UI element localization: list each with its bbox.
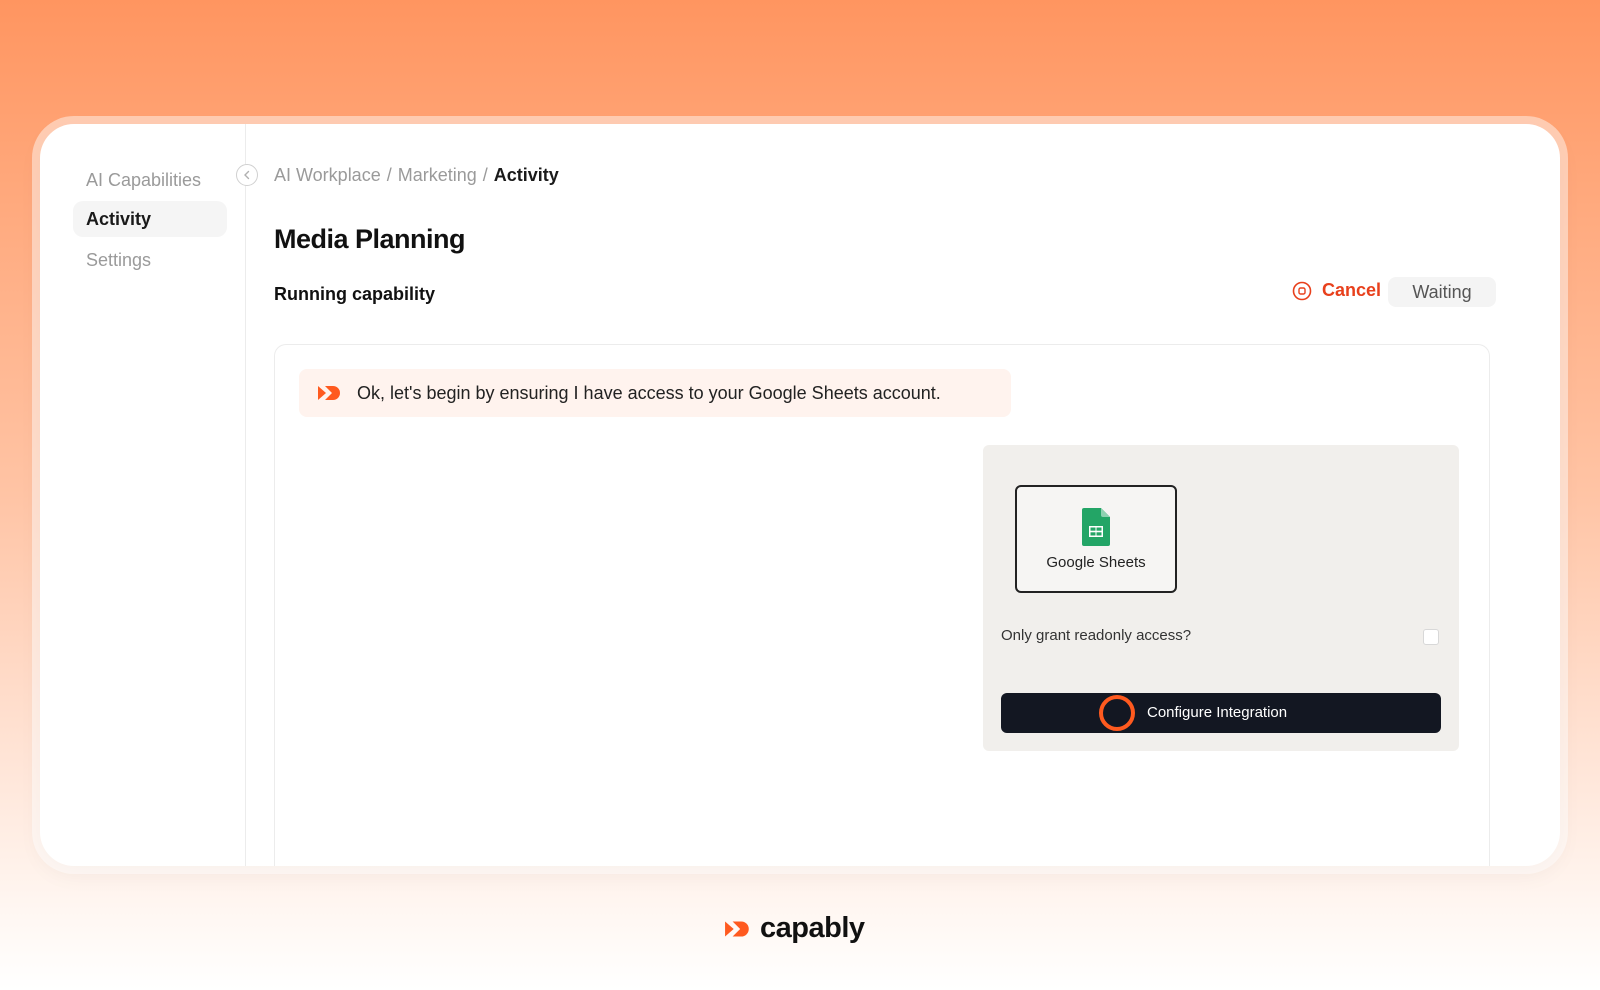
- sidebar-item-settings[interactable]: Settings: [73, 242, 227, 278]
- breadcrumb-item-ai-workplace[interactable]: AI Workplace: [274, 165, 381, 186]
- app-window: AI Capabilities Activity Settings AI Wor…: [40, 124, 1560, 866]
- cancel-button-label: Cancel: [1322, 280, 1382, 300]
- assistant-message: Ok, let's begin by ensuring I have acces…: [299, 369, 1011, 417]
- google-sheets-label: Google Sheets: [1046, 553, 1146, 571]
- sidebar: AI Capabilities Activity Settings: [40, 124, 246, 866]
- status-badge: Waiting: [1388, 277, 1496, 307]
- google-sheets-icon: [1082, 507, 1110, 546]
- breadcrumb: AI Workplace / Marketing / Activity: [274, 165, 559, 186]
- brand-name: capably: [760, 912, 865, 944]
- sidebar-item-activity[interactable]: Activity: [73, 201, 227, 237]
- integration-card: Google Sheets Only grant readonly access…: [983, 445, 1459, 751]
- configure-integration-label: Configure Integration: [1147, 704, 1288, 721]
- breadcrumb-separator: /: [386, 165, 392, 185]
- page-title: Media Planning: [274, 224, 466, 254]
- readonly-access-label: Only grant readonly access?: [1001, 627, 1192, 644]
- cancel-button[interactable]: Cancel: [1292, 280, 1381, 301]
- capably-logo-icon: [318, 386, 340, 400]
- breadcrumb-separator: /: [482, 165, 488, 185]
- stop-circle-icon: [1292, 281, 1312, 300]
- collapse-sidebar-button[interactable]: [236, 164, 258, 186]
- activity-panel: Ok, let's begin by ensuring I have acces…: [274, 344, 1490, 866]
- chevron-left-icon: [244, 170, 250, 180]
- section-title: Running capability: [274, 284, 436, 304]
- loading-spinner-icon: [1099, 695, 1135, 731]
- readonly-access-checkbox[interactable]: [1423, 629, 1439, 645]
- sidebar-item-ai-capabilities[interactable]: AI Capabilities: [73, 162, 227, 198]
- breadcrumb-item-activity: Activity: [493, 165, 559, 185]
- google-sheets-tile[interactable]: Google Sheets: [1015, 485, 1177, 593]
- message-text: Ok, let's begin by ensuring I have acces…: [357, 382, 941, 403]
- capably-logo-icon: [725, 920, 749, 937]
- breadcrumb-item-marketing[interactable]: Marketing: [398, 165, 477, 186]
- footer-brand: capably: [724, 912, 865, 945]
- configure-integration-button[interactable]: Configure Integration: [1001, 693, 1441, 733]
